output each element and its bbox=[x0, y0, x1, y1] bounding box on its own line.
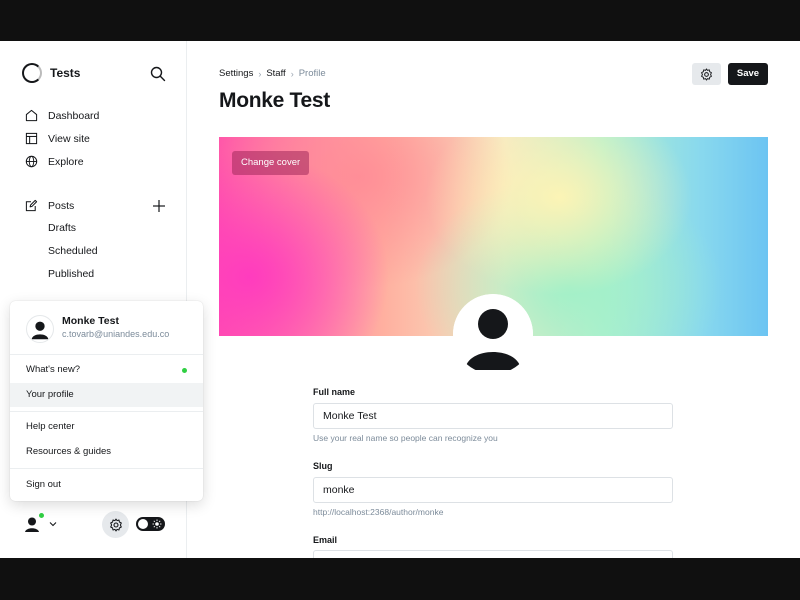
account-name: Monke Test bbox=[62, 315, 119, 327]
menu-divider bbox=[10, 468, 203, 469]
email-label: Email bbox=[313, 535, 338, 545]
menu-item-whats-new[interactable]: What's new? bbox=[10, 358, 203, 382]
online-indicator bbox=[38, 512, 45, 519]
breadcrumb-settings[interactable]: Settings bbox=[219, 68, 253, 79]
sidebar-item-label: View site bbox=[48, 132, 90, 145]
sidebar-item-view-site[interactable]: View site bbox=[25, 132, 90, 145]
sidebar-item-drafts[interactable]: Drafts bbox=[48, 222, 76, 234]
menu-item-help-center[interactable]: Help center bbox=[10, 415, 203, 439]
theme-toggle[interactable] bbox=[136, 517, 165, 531]
account-menu-header: Monke Test c.tovarb@uniandes.edu.co bbox=[10, 301, 203, 355]
profile-avatar[interactable] bbox=[453, 294, 533, 374]
sidebar-item-dashboard[interactable]: Dashboard bbox=[25, 109, 99, 122]
slug-hint: http://localhost:2368/author/monke bbox=[313, 507, 444, 517]
breadcrumb: Settings › Staff › Profile bbox=[219, 68, 326, 79]
breadcrumb-staff[interactable]: Staff bbox=[266, 68, 285, 79]
menu-item-label: What's new? bbox=[26, 364, 81, 375]
sidebar-item-label: Posts bbox=[48, 199, 75, 212]
save-button[interactable]: Save bbox=[728, 63, 768, 85]
toggle-knob bbox=[138, 519, 148, 529]
search-icon[interactable] bbox=[150, 66, 166, 82]
slug-label: Slug bbox=[313, 461, 333, 471]
sidebar-item-published[interactable]: Published bbox=[48, 268, 94, 280]
main-content: Settings › Staff › Profile Monke Test Sa… bbox=[187, 41, 800, 558]
slug-input[interactable]: monke bbox=[313, 477, 673, 503]
chevron-right-icon: › bbox=[258, 68, 262, 79]
account-menu: Monke Test c.tovarb@uniandes.edu.co What… bbox=[10, 301, 203, 501]
full-name-input[interactable]: Monke Test bbox=[313, 403, 673, 429]
menu-item-sign-out[interactable]: Sign out bbox=[10, 473, 203, 497]
menu-item-your-profile[interactable]: Your profile bbox=[10, 383, 203, 407]
chevron-down-icon[interactable] bbox=[48, 519, 58, 529]
profile-actions-button[interactable] bbox=[692, 63, 721, 85]
full-name-label: Full name bbox=[313, 387, 356, 397]
plus-icon[interactable] bbox=[152, 199, 166, 213]
gear-icon bbox=[109, 518, 122, 531]
letterbox-top bbox=[0, 0, 800, 41]
sun-icon bbox=[152, 519, 162, 529]
change-cover-button[interactable]: Change cover bbox=[232, 151, 310, 175]
home-icon bbox=[25, 109, 38, 122]
page-title: Monke Test bbox=[219, 89, 330, 112]
globe-icon bbox=[25, 155, 38, 168]
breadcrumb-profile: Profile bbox=[298, 68, 326, 79]
letterbox-bottom bbox=[0, 558, 800, 600]
chevron-right-icon: › bbox=[290, 68, 294, 79]
sidebar-item-posts[interactable]: Posts bbox=[25, 199, 74, 212]
settings-button[interactable] bbox=[102, 511, 129, 538]
email-field[interactable] bbox=[313, 550, 673, 558]
sidebar-item-scheduled[interactable]: Scheduled bbox=[48, 245, 98, 257]
edit-icon bbox=[25, 199, 38, 212]
sidebar-item-label: Explore bbox=[48, 155, 84, 168]
brand-name: Tests bbox=[50, 66, 81, 80]
sidebar-item-explore[interactable]: Explore bbox=[25, 155, 84, 168]
sidebar-item-label: Dashboard bbox=[48, 109, 100, 122]
full-name-hint: Use your real name so people can recogni… bbox=[313, 433, 498, 443]
gear-icon bbox=[701, 67, 712, 81]
view-site-icon bbox=[25, 132, 38, 145]
menu-divider bbox=[10, 411, 203, 412]
menu-item-resources[interactable]: Resources & guides bbox=[10, 440, 203, 464]
account-email: c.tovarb@uniandes.edu.co bbox=[62, 329, 170, 339]
brand[interactable]: Tests bbox=[22, 63, 80, 83]
avatar bbox=[26, 315, 54, 343]
brand-logo bbox=[22, 63, 42, 83]
app-window: Tests Dashboard View site Explore Posts … bbox=[0, 41, 800, 558]
